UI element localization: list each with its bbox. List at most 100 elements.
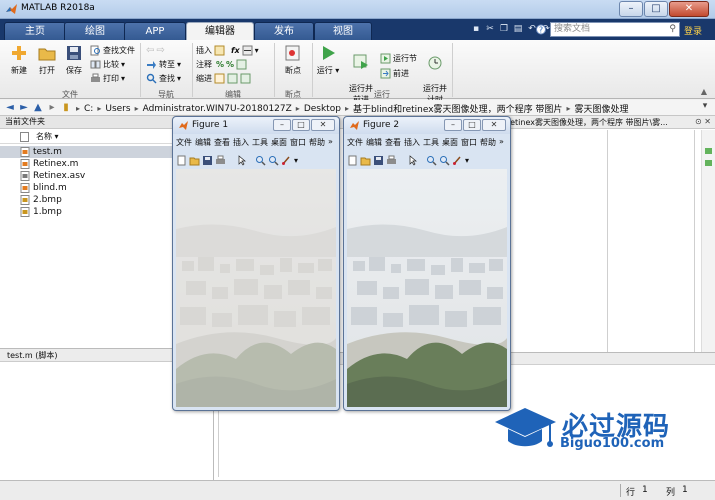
print-figure-icon[interactable] <box>386 155 397 166</box>
tab-home[interactable]: 主页 <box>4 22 66 40</box>
tab-view[interactable]: 视图 <box>314 22 372 40</box>
code-analyzer-mark-icon[interactable] <box>705 160 712 166</box>
fx-icon[interactable]: fx <box>231 46 240 55</box>
print-button[interactable]: 打印 ▾ <box>90 72 125 84</box>
new-figure-icon[interactable] <box>176 155 187 166</box>
tab-plots[interactable]: 绘图 <box>64 22 126 40</box>
figure-image-axes[interactable] <box>176 169 336 407</box>
figure-window[interactable]: Figure 2 – □ ✕ 文件 编辑 查看 插入 工具 桌面 窗口 帮助» ▾ <box>343 116 511 411</box>
open-file-icon[interactable] <box>189 155 200 166</box>
insert-section-icon[interactable] <box>242 45 253 56</box>
brush-icon[interactable] <box>452 155 463 166</box>
zoom-out-icon[interactable] <box>268 155 279 166</box>
address-dropdown-icon[interactable]: ▾ <box>699 101 711 114</box>
print-figure-icon[interactable] <box>215 155 226 166</box>
figure-window[interactable]: Figure 1 – □ ✕ 文件 编辑 查看 插入 工具 桌面 窗口 帮助» ▾ <box>172 116 340 411</box>
brush-icon[interactable] <box>281 155 292 166</box>
figure-close-button[interactable]: ✕ <box>311 119 335 131</box>
chevron-down-icon[interactable]: ▾ <box>465 156 469 165</box>
forward-icon[interactable]: ► <box>18 102 30 114</box>
editor-tab[interactable]: retinex雾天图像处理，两个程序 带图片\雾... <box>507 117 668 128</box>
new-figure-icon[interactable] <box>347 155 358 166</box>
close-button[interactable]: ✕ <box>669 1 709 17</box>
pointer-icon[interactable] <box>407 154 418 166</box>
figure-menu-item[interactable]: 桌面 <box>271 137 287 149</box>
figure-maximize-button[interactable]: □ <box>292 119 310 131</box>
breadcrumb-item[interactable]: Desktop <box>304 104 341 114</box>
save-icon[interactable]: ▪ <box>470 23 482 36</box>
run-button[interactable]: 运行 ▾ <box>314 43 342 76</box>
breadcrumb-item[interactable]: Users <box>105 104 130 114</box>
breakpoints-button[interactable]: 断点 <box>278 43 308 76</box>
menu-overflow-icon[interactable]: » <box>499 137 504 149</box>
collapse-ribbon-icon[interactable]: ▲ <box>701 87 707 96</box>
figure-menu-item[interactable]: 工具 <box>252 137 268 149</box>
run-section-button[interactable]: 运行节 <box>380 52 417 64</box>
nav-arrows[interactable]: ⇦ ⇨ <box>146 44 165 56</box>
help-icon[interactable]: ? <box>536 23 546 36</box>
uncomment-icon[interactable]: % <box>226 60 234 69</box>
increase-indent-icon[interactable] <box>227 73 238 84</box>
back-icon[interactable]: ◄ <box>4 102 16 114</box>
figure-maximize-button[interactable]: □ <box>463 119 481 131</box>
open-button[interactable]: 打开 <box>34 43 60 76</box>
tab-publish[interactable]: 发布 <box>254 22 314 40</box>
chevron-down-icon[interactable]: ▾ <box>294 156 298 165</box>
breadcrumb-item[interactable]: Administrator.WIN7U-20180127Z <box>143 104 292 114</box>
zoom-in-icon[interactable] <box>255 155 266 166</box>
insert-button[interactable]: 插入 fx ▾ <box>196 44 259 56</box>
figure-menu-item[interactable]: 编辑 <box>366 137 382 149</box>
compare-button[interactable]: 比较 ▾ <box>90 58 125 70</box>
figure-menu-item[interactable]: 插入 <box>404 137 420 149</box>
figure-menu-item[interactable]: 查看 <box>214 137 230 149</box>
login-link[interactable]: 登录 <box>684 24 702 37</box>
figure-menu-item[interactable]: 查看 <box>385 137 401 149</box>
percent-icon[interactable]: % <box>216 60 224 69</box>
breadcrumb-item[interactable]: 雾天图像处理 <box>574 102 628 115</box>
zoom-in-icon[interactable] <box>426 155 437 166</box>
figure-menu-item[interactable]: 窗口 <box>461 137 477 149</box>
pointer-icon[interactable] <box>236 154 247 166</box>
code-analyzer-ok-icon[interactable] <box>705 148 712 154</box>
menu-overflow-icon[interactable]: » <box>328 137 333 149</box>
new-button[interactable]: 新建 <box>6 43 32 76</box>
breadcrumb-item[interactable]: 基于blind和retinex雾天图像处理，两个程序 带图片 <box>353 102 562 115</box>
goto-button[interactable]: 转至 ▾ <box>146 58 181 70</box>
save-button[interactable]: 保存 <box>62 43 86 76</box>
figure-menu-item[interactable]: 文件 <box>176 137 192 149</box>
figure-close-button[interactable]: ✕ <box>482 119 506 131</box>
figure-minimize-button[interactable]: – <box>444 119 462 131</box>
figure-menu-item[interactable]: 桌面 <box>442 137 458 149</box>
zoom-out-icon[interactable] <box>439 155 450 166</box>
minimize-button[interactable]: – <box>619 1 643 17</box>
figure-menu-item[interactable]: 帮助 <box>309 137 325 149</box>
save-figure-icon[interactable] <box>373 155 384 166</box>
cut-icon[interactable]: ✂ <box>484 23 496 36</box>
breadcrumb-item[interactable]: C: <box>84 104 93 114</box>
figure-menu-item[interactable]: 帮助 <box>480 137 496 149</box>
copy-icon[interactable]: ❐ <box>498 23 510 36</box>
figure-menu-item[interactable]: 编辑 <box>195 137 211 149</box>
wrap-comment-icon[interactable] <box>236 59 247 70</box>
comment-button[interactable]: 注释 % % <box>196 58 247 70</box>
figure-menu-item[interactable]: 文件 <box>347 137 363 149</box>
tab-editor[interactable]: 编辑器 <box>186 22 254 40</box>
select-all-checkbox[interactable] <box>20 132 29 142</box>
figure-menu-item[interactable]: 窗口 <box>290 137 306 149</box>
find-button[interactable]: 查找 ▾ <box>146 72 181 84</box>
indent-button[interactable]: 缩进 <box>196 72 251 84</box>
tab-apps[interactable]: APP <box>124 22 186 40</box>
figure-image-axes[interactable] <box>347 169 507 407</box>
up-folder-icon[interactable]: ▲ <box>32 102 44 114</box>
find-files-button[interactable]: 查找文件 <box>90 44 135 56</box>
panel-actions-icon[interactable]: ⊙ ✕ <box>695 117 711 126</box>
figure-menu-item[interactable]: 插入 <box>233 137 249 149</box>
decrease-indent-icon[interactable] <box>240 73 251 84</box>
open-file-icon[interactable] <box>360 155 371 166</box>
figure-minimize-button[interactable]: – <box>273 119 291 131</box>
maximize-button[interactable]: □ <box>644 1 668 17</box>
save-figure-icon[interactable] <box>202 155 213 166</box>
figure-menu-item[interactable]: 工具 <box>423 137 439 149</box>
search-input[interactable]: 搜索文档 ⚲ <box>550 22 680 37</box>
advance-button[interactable]: 前进 <box>380 67 409 79</box>
